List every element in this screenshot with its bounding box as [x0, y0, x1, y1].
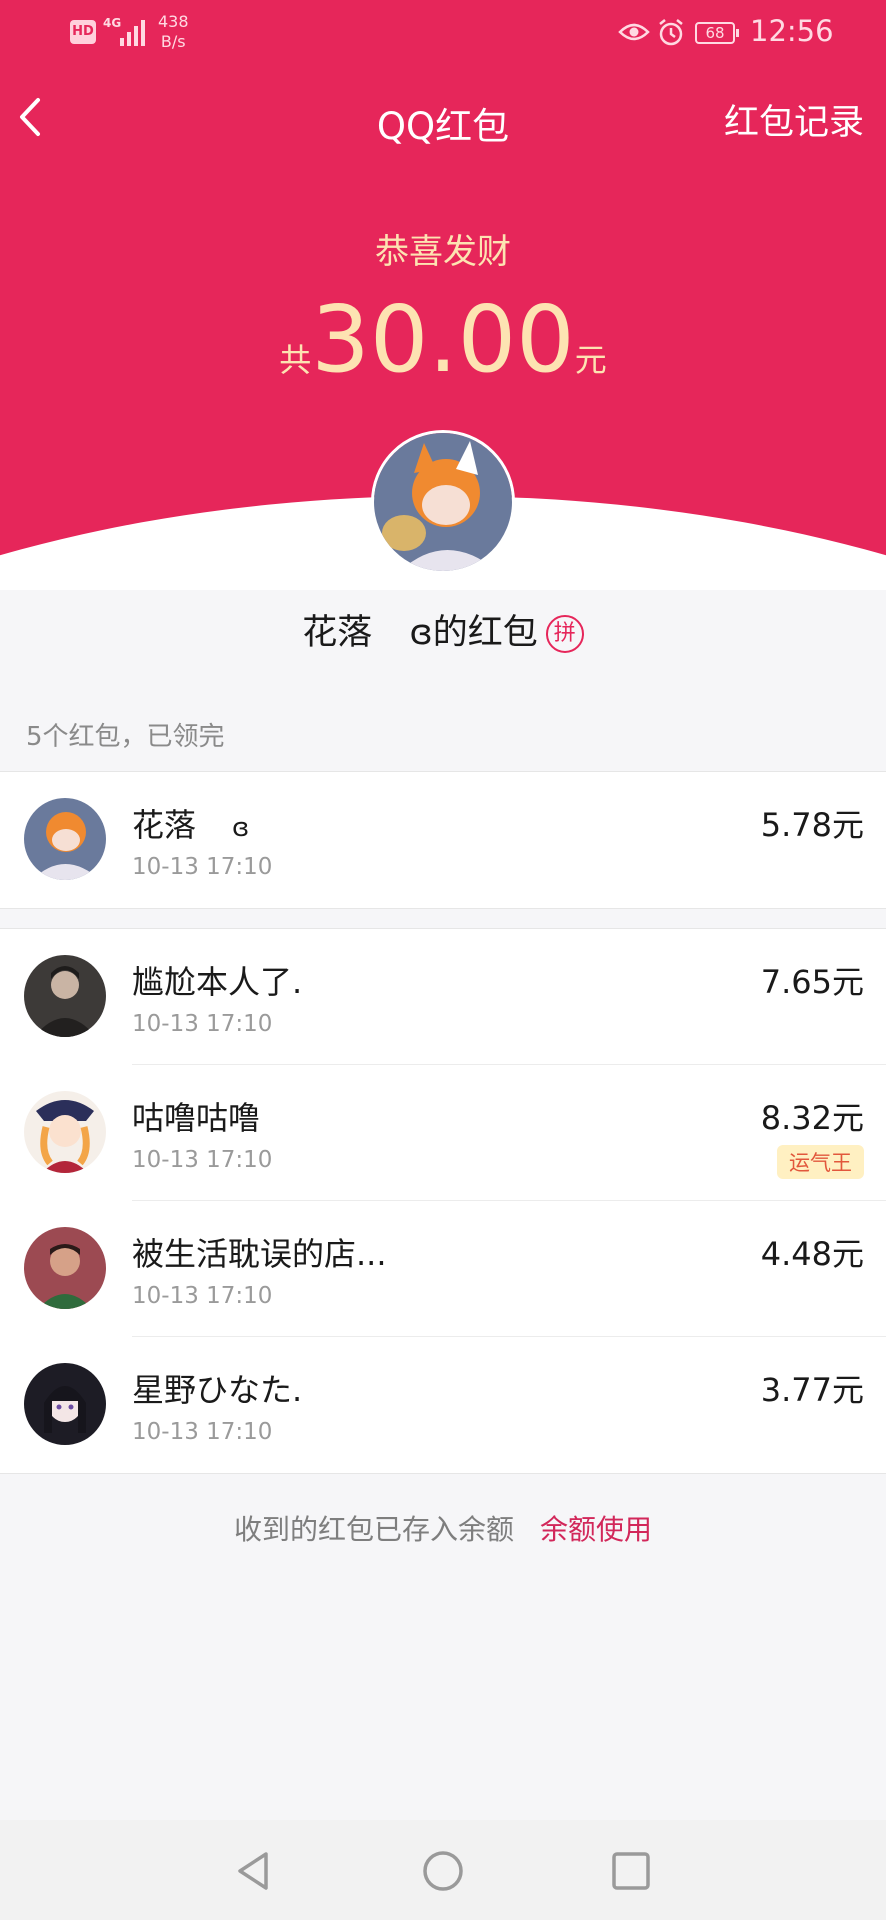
- receiver-name: 咕噜咕噜: [132, 1099, 261, 1137]
- list-item[interactable]: 咕噜咕噜 10-13 17:10 8.32元 运气王: [0, 1065, 886, 1201]
- receiver-name: 被生活耽误的店...: [132, 1235, 387, 1273]
- status-bar: HD 4G 438 B/s 68 12:56: [0, 0, 886, 68]
- list-item[interactable]: 被生活耽误的店... 10-13 17:10 4.48元: [0, 1201, 886, 1337]
- receive-amount: 8.32元: [760, 1099, 864, 1137]
- use-balance-link[interactable]: 余额使用: [540, 1513, 652, 1546]
- sender-suffix: 的红包: [432, 613, 538, 653]
- hd-badge: HD: [70, 20, 96, 44]
- greeting-text: 恭喜发财: [375, 232, 511, 272]
- red-packet-records-link[interactable]: 红包记录: [724, 94, 864, 145]
- sender-avatar[interactable]: [371, 430, 515, 574]
- clock-time: 12:56: [750, 14, 834, 48]
- divider: [0, 908, 886, 909]
- balance-footer: 收到的红包已存入余额 余额使用: [0, 1508, 886, 1548]
- back-triangle-icon[interactable]: [228, 1846, 278, 1896]
- receive-time: 10-13 17:10: [132, 1011, 273, 1037]
- receiver-name: 尴尬本人了.: [132, 963, 303, 1001]
- battery-icon: 68: [695, 22, 739, 44]
- recent-square-icon[interactable]: [606, 1846, 656, 1896]
- sender-title: 花落 ɞ的红包拼: [0, 604, 886, 655]
- avatar: [24, 955, 106, 1037]
- receiver-name: 花落 ɞ: [132, 800, 249, 846]
- receive-time: 10-13 17:10: [132, 1147, 273, 1173]
- sender-name: 花落: [302, 613, 373, 653]
- receive-amount: 3.77元: [760, 1371, 864, 1409]
- alarm-icon: [659, 19, 683, 46]
- balance-notice: 收到的红包已存入余额: [233, 1513, 514, 1546]
- receive-time: 10-13 17:10: [132, 854, 273, 880]
- home-circle-icon[interactable]: [418, 1846, 468, 1896]
- list-item[interactable]: 星野ひなた. 10-13 17:10 3.77元: [0, 1337, 886, 1473]
- receive-amount: 4.48元: [760, 1235, 864, 1273]
- avatar: [24, 1091, 106, 1173]
- receipt-list: 尴尬本人了. 10-13 17:10 7.65元 咕噜咕噜 10-13 17:1…: [0, 929, 886, 1473]
- system-nav-bar: [0, 1820, 886, 1920]
- receiver-name-glyph: ɞ: [232, 813, 250, 843]
- avatar: [24, 798, 106, 880]
- avatar: [24, 1363, 106, 1445]
- speed-unit: B/s: [160, 32, 186, 51]
- luck-king-badge: 运气王: [777, 1145, 864, 1179]
- eye-icon: [618, 23, 650, 41]
- receiver-name-text: 花落: [132, 806, 197, 844]
- pin-badge: 拼: [545, 615, 584, 653]
- signal-icon: [120, 18, 150, 46]
- network-type: 4G: [103, 16, 122, 30]
- receive-time: 10-13 17:10: [132, 1419, 273, 1445]
- avatar: [24, 1227, 106, 1309]
- receive-amount: 7.65元: [760, 963, 864, 1001]
- packet-summary: 5个红包，已领完: [26, 722, 225, 752]
- amount-unit: 元: [574, 341, 607, 379]
- my-receipt-block: 花落 ɞ 10-13 17:10 5.78元: [0, 772, 886, 908]
- receiver-name: 星野ひなた.: [132, 1371, 303, 1409]
- network-speed: 438 B/s: [158, 12, 189, 52]
- divider: [0, 1473, 886, 1474]
- list-item[interactable]: 花落 ɞ 10-13 17:10 5.78元: [0, 772, 886, 908]
- receive-time: 10-13 17:10: [132, 1283, 273, 1309]
- receive-amount: 5.78元: [760, 806, 864, 844]
- sender-name-glyph: ɞ: [409, 613, 433, 653]
- amount-value: 30.00: [311, 286, 575, 393]
- list-item[interactable]: 尴尬本人了. 10-13 17:10 7.65元: [0, 929, 886, 1065]
- total-amount: 共30.00元: [0, 290, 886, 390]
- amount-prefix: 共: [279, 341, 312, 379]
- speed-value: 438: [158, 12, 189, 31]
